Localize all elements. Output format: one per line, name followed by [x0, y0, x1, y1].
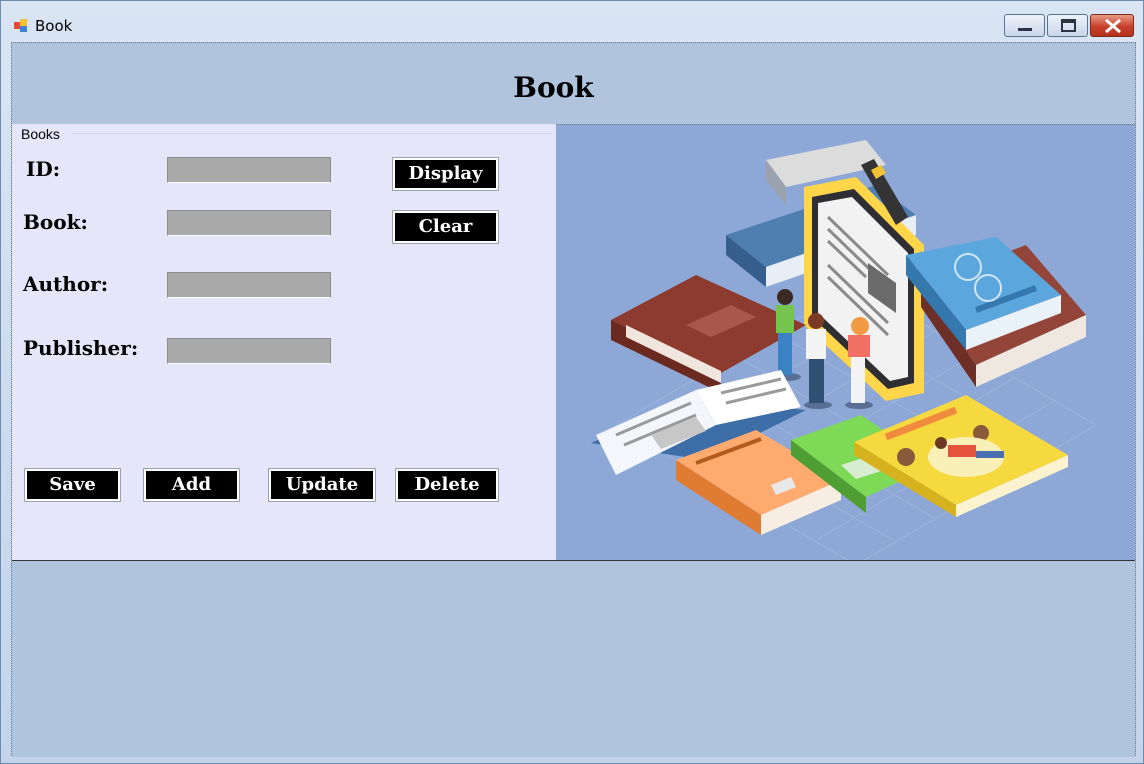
clear-button[interactable]: Clear — [392, 210, 499, 244]
publisher-input[interactable] — [167, 338, 331, 364]
publisher-label: Publisher: — [23, 336, 139, 360]
books-and-ereader-illustration — [591, 140, 1097, 562]
book-label: Book: — [23, 210, 88, 234]
bottom-panel — [12, 560, 1135, 757]
app-window: Book Book Books ID: Book: Author: Publis… — [0, 0, 1144, 764]
update-button[interactable]: Update — [268, 468, 376, 502]
groupbox-label: Books — [21, 126, 60, 142]
id-label: ID: — [26, 157, 61, 181]
minimize-icon — [1018, 28, 1032, 31]
delete-button[interactable]: Delete — [395, 468, 499, 502]
maximize-button[interactable] — [1047, 14, 1088, 37]
add-button[interactable]: Add — [143, 468, 240, 502]
close-icon — [1105, 18, 1121, 34]
id-input[interactable] — [167, 157, 331, 183]
title-bar[interactable]: Book — [1, 1, 1143, 43]
save-button[interactable]: Save — [24, 468, 121, 502]
window-title: Book — [35, 17, 73, 35]
author-input[interactable] — [167, 272, 331, 298]
display-button[interactable]: Display — [392, 157, 499, 191]
maximize-icon — [1061, 19, 1076, 32]
author-label: Author: — [23, 272, 109, 296]
app-icon — [14, 19, 27, 32]
page-title: Book — [513, 71, 594, 104]
groupbox-border — [72, 133, 552, 134]
minimize-button[interactable] — [1004, 14, 1045, 37]
books-illustration — [556, 124, 1135, 562]
book-input[interactable] — [167, 210, 331, 236]
books-groupbox: Books ID: Book: Author: Publisher: Displ… — [12, 124, 557, 561]
close-button[interactable] — [1090, 14, 1134, 37]
